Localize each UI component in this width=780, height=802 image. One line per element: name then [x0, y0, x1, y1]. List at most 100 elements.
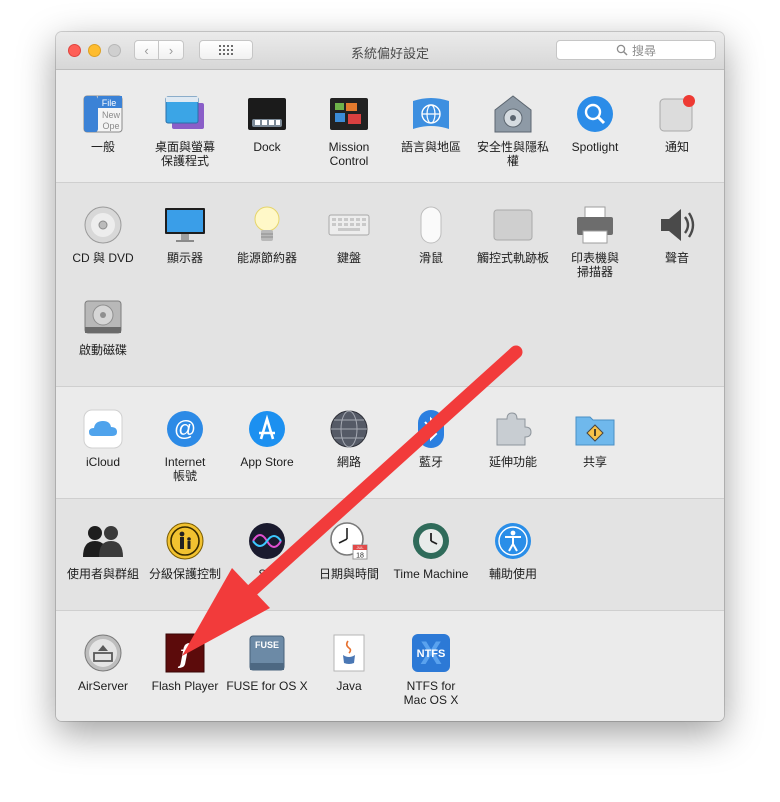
- parental-controls-icon: [163, 519, 207, 563]
- pref-siri[interactable]: Siri: [226, 519, 308, 581]
- pref-date-time[interactable]: JUL 18 日期與時間: [308, 519, 390, 581]
- pref-label: 安全性與隱私權: [476, 140, 549, 168]
- pref-java[interactable]: Java: [308, 631, 390, 693]
- icloud-icon: [81, 407, 125, 451]
- pref-sound[interactable]: 聲音: [636, 203, 718, 265]
- general-open-text: Ope: [102, 121, 119, 131]
- pref-accessibility[interactable]: 輔助使用: [472, 519, 554, 581]
- pref-sharing[interactable]: 共享: [554, 407, 636, 469]
- calendar-month-text: JUL: [356, 545, 364, 550]
- pref-icloud[interactable]: iCloud: [62, 407, 144, 469]
- pref-internet-accounts[interactable]: @ Internet 帳號: [144, 407, 226, 483]
- ntfs-glyph: NTFS: [417, 648, 446, 660]
- search-field[interactable]: 搜尋: [556, 40, 716, 60]
- pref-users-groups[interactable]: 使用者與群組: [62, 519, 144, 581]
- sound-icon: [655, 203, 699, 247]
- ntfs-icon: X NTFS: [409, 631, 453, 675]
- desktop-screensaver-icon: [163, 92, 207, 136]
- pref-label: 啟動磁碟: [78, 343, 127, 357]
- pref-label: 聲音: [664, 251, 689, 265]
- pref-label: App Store: [240, 455, 294, 469]
- pref-ntfs[interactable]: X NTFS NTFS for Mac OS X: [390, 631, 472, 707]
- calendar-day-text: 18: [356, 553, 364, 560]
- pref-spotlight[interactable]: Spotlight: [554, 92, 636, 154]
- pref-extensions[interactable]: 延伸功能: [472, 407, 554, 469]
- pref-label: AirServer: [77, 679, 128, 693]
- pref-label: 網路: [336, 455, 361, 469]
- pref-label: 延伸功能: [488, 455, 537, 469]
- pref-label: 分級保護控制: [148, 567, 221, 581]
- pref-label: 共享: [582, 455, 607, 469]
- pref-displays[interactable]: 顯示器: [144, 203, 226, 265]
- pref-mouse[interactable]: 滑鼠: [390, 203, 472, 265]
- pref-parental-controls[interactable]: 分級保護控制: [144, 519, 226, 581]
- users-groups-icon: [81, 519, 125, 563]
- pref-dock[interactable]: Dock: [226, 92, 308, 154]
- pref-app-store[interactable]: App Store: [226, 407, 308, 469]
- pref-desktop-screensaver[interactable]: 桌面與螢幕 保護程式: [144, 92, 226, 168]
- system-preferences-window: ‹ › 系統偏好設定 搜尋 File New Ope 一般 桌面與螢幕 保護程式…: [56, 32, 724, 721]
- spotlight-icon: [573, 92, 617, 136]
- pref-mission-control[interactable]: Mission Control: [308, 92, 390, 168]
- pref-label: Spotlight: [571, 140, 619, 154]
- internet-accounts-icon: @: [163, 407, 207, 451]
- java-icon: [327, 631, 371, 675]
- pref-flash-player[interactable]: f Flash Player: [144, 631, 226, 693]
- time-machine-icon: [409, 519, 453, 563]
- pref-general[interactable]: File New Ope 一般: [62, 92, 144, 154]
- fuse-glyph: FUSE: [255, 640, 279, 650]
- pref-label: 桌面與螢幕 保護程式: [154, 140, 215, 168]
- general-new-text: New: [102, 110, 121, 120]
- pref-keyboard[interactable]: 鍵盤: [308, 203, 390, 265]
- pref-label: iCloud: [85, 455, 121, 469]
- pref-bluetooth[interactable]: 藍牙: [390, 407, 472, 469]
- general-file-text: File: [102, 98, 117, 108]
- keyboard-icon: [327, 203, 371, 247]
- printers-scanners-icon: [573, 203, 617, 247]
- pref-label: Mission Control: [328, 140, 370, 168]
- pref-notifications[interactable]: 通知: [636, 92, 718, 154]
- pref-printers-scanners[interactable]: 印表機與 掃描器: [554, 203, 636, 279]
- security-privacy-icon: [491, 92, 535, 136]
- pref-label: Time Machine: [393, 567, 469, 581]
- dock-icon: [245, 92, 289, 136]
- pref-time-machine[interactable]: Time Machine: [390, 519, 472, 581]
- general-icon: File New Ope: [81, 92, 125, 136]
- pref-label: Dock: [253, 140, 281, 154]
- pref-label: FUSE for OS X: [226, 679, 308, 693]
- pref-language-region[interactable]: 語言與地區: [390, 92, 472, 154]
- pref-label: Java: [336, 679, 362, 693]
- pref-label: 使用者與群組: [66, 567, 139, 581]
- siri-icon: [245, 519, 289, 563]
- search-icon: [616, 44, 628, 56]
- bluetooth-icon: [409, 407, 453, 451]
- notifications-icon: [655, 92, 699, 136]
- pref-label: Flash Player: [151, 679, 219, 693]
- network-icon: [327, 407, 371, 451]
- pref-startup-disk[interactable]: 啟動磁碟: [62, 295, 144, 357]
- section-personal: File New Ope 一般 桌面與螢幕 保護程式 Dock Mission …: [56, 70, 724, 182]
- pref-fuse[interactable]: FUSE FUSE for OS X: [226, 631, 308, 693]
- pref-label: Siri: [258, 567, 276, 581]
- pref-energy-saver[interactable]: 能源節約器: [226, 203, 308, 265]
- pref-label: 滑鼠: [418, 251, 443, 265]
- pref-cd-dvd[interactable]: CD 與 DVD: [62, 203, 144, 265]
- section-other: AirServer f Flash Player FUSE FUSE for O…: [56, 610, 724, 721]
- pref-airserver[interactable]: AirServer: [62, 631, 144, 693]
- airserver-icon: [81, 631, 125, 675]
- pref-network[interactable]: 網路: [308, 407, 390, 469]
- fuse-icon: FUSE: [245, 631, 289, 675]
- energy-saver-icon: [245, 203, 289, 247]
- pref-trackpad[interactable]: 觸控式軌跡板: [472, 203, 554, 265]
- extensions-icon: [491, 407, 535, 451]
- pref-label: 印表機與 掃描器: [570, 251, 619, 279]
- date-time-icon: JUL 18: [327, 519, 371, 563]
- pref-security-privacy[interactable]: 安全性與隱私權: [472, 92, 554, 168]
- pref-label: NTFS for Mac OS X: [403, 679, 459, 707]
- section-internet-wireless: iCloud @ Internet 帳號 App Store 網路 藍牙 延伸功…: [56, 386, 724, 498]
- flash-player-icon: f: [163, 631, 207, 675]
- section-hardware: CD 與 DVD 顯示器 能源節約器 鍵盤 滑鼠 觸控式軌跡板 印表機與 掃描器…: [56, 182, 724, 386]
- pref-label: 能源節約器: [236, 251, 297, 265]
- mission-control-icon: [327, 92, 371, 136]
- app-store-icon: [245, 407, 289, 451]
